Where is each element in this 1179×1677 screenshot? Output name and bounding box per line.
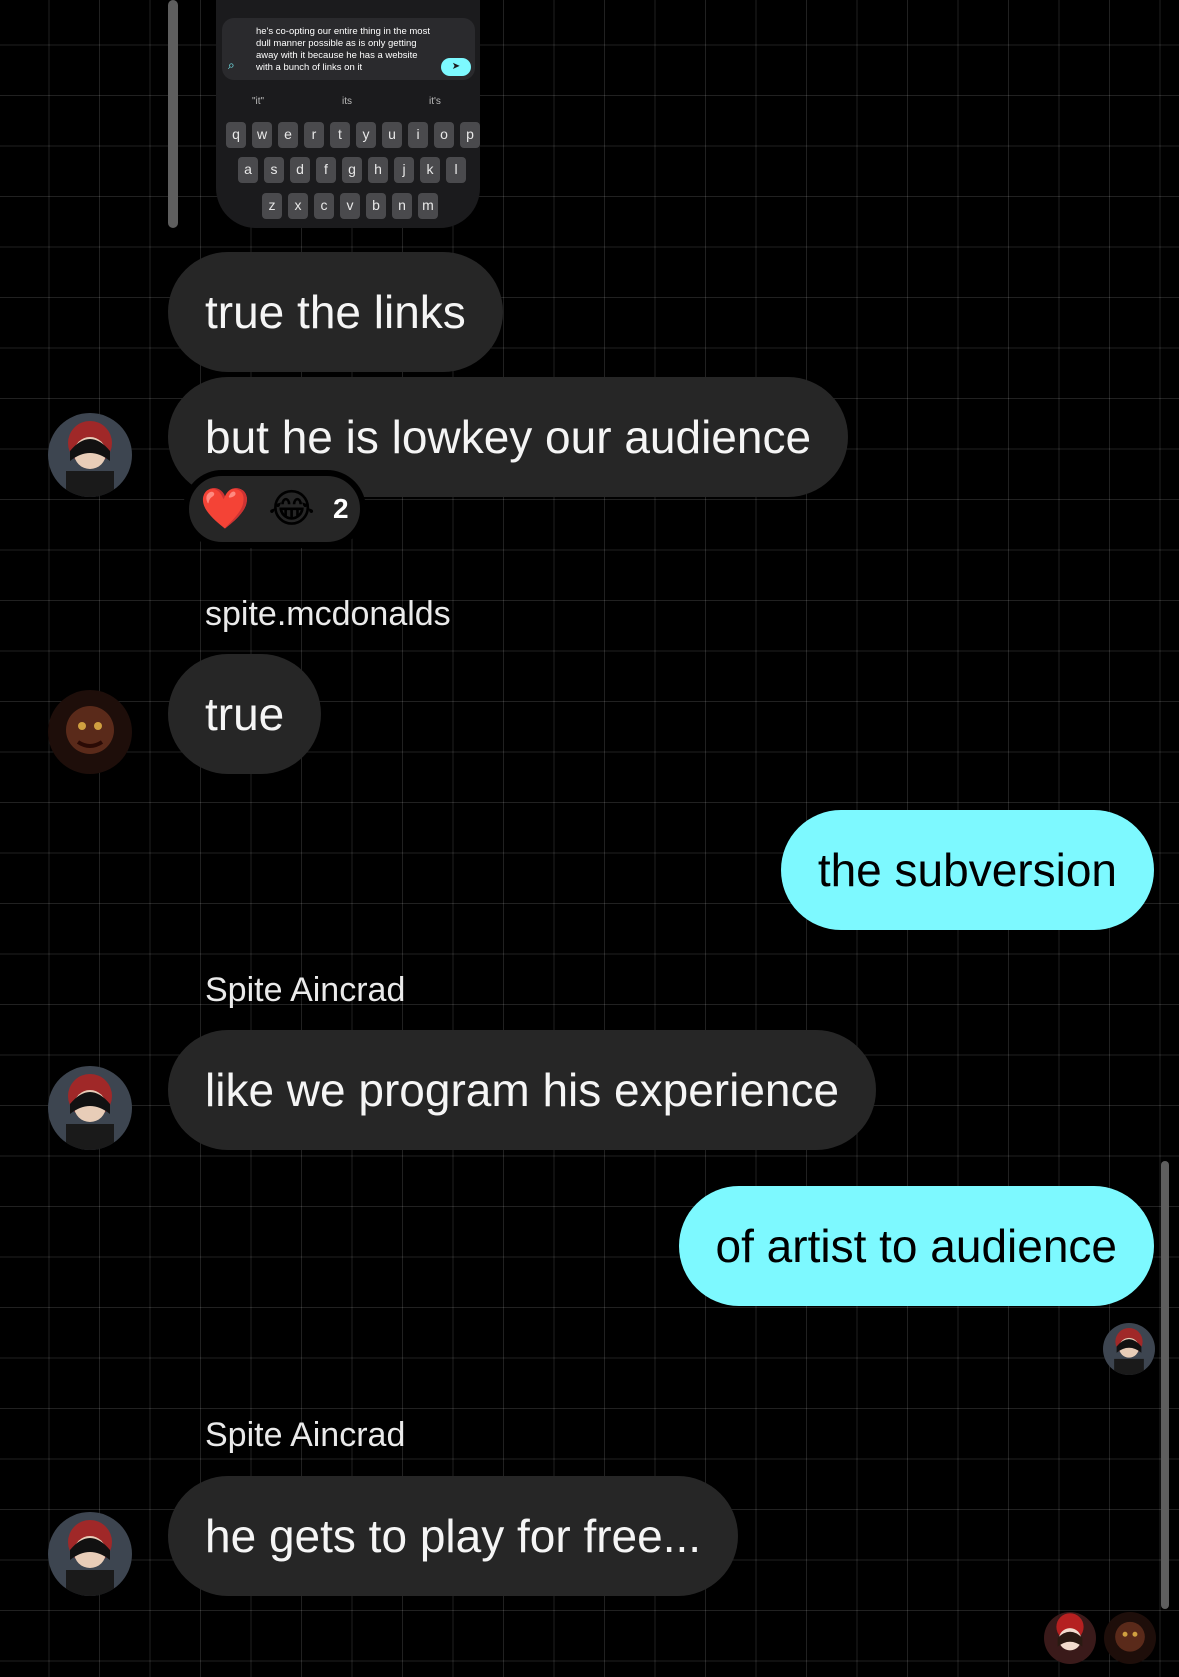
message-bubble-outgoing[interactable]: the subversion [780,810,1154,930]
keyboard-key: d [290,157,310,183]
message-bubble[interactable]: true [168,654,322,774]
keyboard-key: i [408,122,428,148]
keyboard-key: b [366,193,386,219]
suggestion-3: it's [429,96,441,107]
keyboard-key: h [368,157,388,183]
chat-scrollbar[interactable] [1161,1161,1169,1609]
message-text: but he is lowkey our audience [205,411,812,463]
message-bubble-outgoing[interactable]: of artist to audience [678,1186,1154,1306]
message-text: like we program his experience [205,1064,840,1116]
keyboard-key: g [342,157,362,183]
sender-name: Spite Aincrad [205,971,406,1009]
sender-name: spite.mcdonalds [205,595,451,633]
message-bubble[interactable]: like we program his experience [168,1030,877,1150]
message-bubble[interactable]: he gets to play for free... [168,1476,739,1596]
message-text: true the links [205,286,466,338]
suggestion-2: its [342,96,352,107]
keyboard-key: y [356,122,376,148]
read-receipt-avatar [1104,1612,1156,1664]
keyboard-key: x [288,193,308,219]
message-text: of artist to audience [715,1220,1117,1272]
keyboard-key: w [252,122,272,148]
avatar-spite-aincrad[interactable] [48,1066,132,1150]
keyboard-key: z [262,193,282,219]
send-icon: ➤ [441,58,471,76]
avatar-spite-mcdonalds[interactable] [48,690,132,774]
heart-emoji-icon: ❤️ [200,487,251,531]
keyboard-key: u [382,122,402,148]
keyboard-key: q [226,122,246,148]
keyboard-key: o [434,122,454,148]
screenshot-text: he's co-opting our entire thing in the m… [256,26,430,73]
keyboard-key: t [330,122,350,148]
keyboard-key: f [316,157,336,183]
search-icon: ⌕ [228,58,235,72]
keyboard-key: l [446,157,466,183]
keyboard-key: c [314,193,334,219]
avatar-spite-aincrad[interactable] [48,413,132,497]
message-text: the subversion [817,844,1117,896]
keyboard-key: s [264,157,284,183]
read-receipt-avatar [1044,1612,1096,1664]
avatar-spite-aincrad[interactable] [48,1512,132,1596]
shared-screenshot[interactable]: ⌕ he's co-opting our entire thing in the… [216,0,480,228]
keyboard-key: m [418,193,438,219]
keyboard-key: n [392,193,412,219]
keyboard-key: e [278,122,298,148]
read-receipt-avatar [1103,1323,1155,1375]
reaction-count: 2 [332,493,349,524]
keyboard-key: p [460,122,480,148]
message-bubble[interactable]: true the links [168,252,503,372]
sender-name: Spite Aincrad [205,1416,406,1454]
screenshot-text-field: ⌕ he's co-opting our entire thing in the… [222,18,475,80]
message-text: true [205,688,285,740]
laughing-emoji-icon: 😂 [268,487,315,531]
keyboard-key: k [420,157,440,183]
suggestion-1: "it" [252,96,265,107]
reaction-pill[interactable]: ❤️ 😂 2 [183,470,366,548]
thread-scrollbar[interactable] [168,0,178,228]
keyboard-key: r [304,122,324,148]
keyboard-key: a [238,157,258,183]
keyboard-key: v [340,193,360,219]
keyboard-key: j [394,157,414,183]
message-text: he gets to play for free... [205,1510,702,1562]
